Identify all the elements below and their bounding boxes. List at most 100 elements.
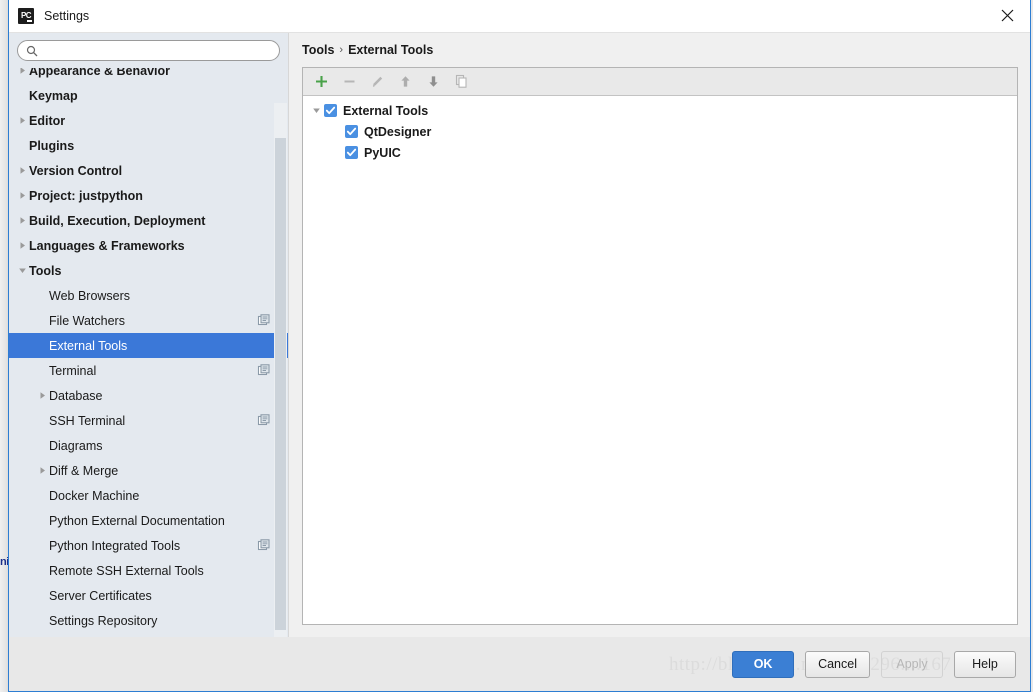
pencil-icon bbox=[372, 76, 382, 87]
sidebar-item-version-control[interactable]: Version Control bbox=[9, 158, 288, 183]
chevron-right-icon[interactable] bbox=[35, 391, 49, 400]
sidebar-item-label: Tools bbox=[29, 263, 62, 278]
apply-button: Apply bbox=[881, 650, 943, 678]
move-up-button[interactable] bbox=[393, 71, 417, 93]
sidebar-item-web-browsers[interactable]: Web Browsers bbox=[9, 283, 288, 308]
chevron-down-icon[interactable] bbox=[308, 106, 324, 115]
chevron-right-icon[interactable] bbox=[15, 116, 29, 125]
chevron-right-icon[interactable] bbox=[15, 68, 29, 75]
minus-icon bbox=[344, 80, 354, 83]
sidebar-item-label: Docker Machine bbox=[49, 488, 140, 503]
close-icon[interactable] bbox=[984, 0, 1030, 31]
external-tools-panel: External Tools QtDesigner PyUIC bbox=[302, 67, 1018, 625]
move-down-button[interactable] bbox=[421, 71, 445, 93]
sidebar-item-docker-machine[interactable]: Docker Machine bbox=[9, 483, 288, 508]
tools-root-checkbox[interactable] bbox=[324, 104, 337, 117]
sidebar-item-settings-repository[interactable]: Settings Repository bbox=[9, 608, 288, 633]
tool-label: QtDesigner bbox=[364, 124, 432, 139]
tools-root-label: External Tools bbox=[343, 103, 429, 118]
sidebar-item-label: Database bbox=[49, 388, 103, 403]
remove-button[interactable] bbox=[337, 71, 361, 93]
dialog-footer: http://blog.csdn.net/s...._296....167 OK… bbox=[9, 637, 1030, 691]
settings-tree: Appearance & Behavior Keymap Editor Plugins… bbox=[9, 68, 288, 633]
ok-button[interactable]: OK bbox=[732, 650, 795, 678]
tool-checkbox[interactable] bbox=[345, 125, 358, 138]
chevron-right-icon[interactable] bbox=[15, 216, 29, 225]
add-button[interactable] bbox=[309, 71, 333, 93]
sidebar-item-remote-ssh-external-tools[interactable]: Remote SSH External Tools bbox=[9, 558, 288, 583]
sidebar-item-label: Version Control bbox=[29, 163, 123, 178]
search-row bbox=[9, 33, 288, 68]
sidebar-item-plugins[interactable]: Plugins bbox=[9, 133, 288, 158]
window-title: Settings bbox=[44, 9, 90, 23]
sidebar-item-label: Appearance & Behavior bbox=[29, 68, 171, 78]
copy-icon bbox=[455, 74, 467, 88]
sidebar-item-diff-merge[interactable]: Diff & Merge bbox=[9, 458, 288, 483]
pycharm-icon: PC bbox=[18, 8, 34, 24]
breadcrumb: Tools › External Tools bbox=[302, 33, 1018, 67]
sidebar-item-project-justpython[interactable]: Project: justpython bbox=[9, 183, 288, 208]
sidebar-item-diagrams[interactable]: Diagrams bbox=[9, 433, 288, 458]
content-panel: Tools › External Tools External Tools Qt… bbox=[289, 33, 1030, 637]
sidebar-item-external-tools[interactable]: External Tools bbox=[9, 333, 288, 358]
chevron-right-icon[interactable] bbox=[15, 241, 29, 250]
sidebar-item-server-certificates[interactable]: Server Certificates bbox=[9, 583, 288, 608]
external-tools-toolbar bbox=[303, 68, 1017, 96]
sidebar-item-build-execution-deployment[interactable]: Build, Execution, Deployment bbox=[9, 208, 288, 233]
sidebar-item-label: Terminal bbox=[49, 363, 97, 378]
settings-sidebar: Appearance & Behavior Keymap Editor Plugins… bbox=[9, 33, 289, 637]
cancel-button[interactable]: Cancel bbox=[805, 650, 870, 678]
chevron-right-icon[interactable] bbox=[35, 466, 49, 475]
sidebar-item-label: Editor bbox=[29, 113, 66, 128]
tool-checkbox[interactable] bbox=[345, 146, 358, 159]
sidebar-scroll-thumb[interactable] bbox=[275, 138, 286, 630]
settings-tree-scroll: Appearance & Behavior Keymap Editor Plugins… bbox=[9, 68, 288, 637]
tools-tree-root[interactable]: External Tools bbox=[303, 100, 1017, 121]
edit-button[interactable] bbox=[365, 71, 389, 93]
arrow-up-icon bbox=[400, 76, 410, 87]
search-field[interactable] bbox=[17, 40, 280, 61]
dialog-body: Appearance & Behavior Keymap Editor Plugins… bbox=[9, 33, 1030, 637]
sidebar-item-python-integrated-tools[interactable]: Python Integrated Tools bbox=[9, 533, 288, 558]
title-bar: PC Settings bbox=[9, 0, 1030, 33]
sidebar-scrollbar[interactable] bbox=[274, 103, 287, 637]
project-scope-icon bbox=[257, 539, 270, 552]
help-button[interactable]: Help bbox=[954, 650, 1016, 678]
sidebar-item-label: Project: justpython bbox=[29, 188, 143, 203]
project-scope-icon bbox=[257, 314, 270, 327]
breadcrumb-parent[interactable]: Tools bbox=[302, 43, 334, 57]
chevron-down-icon[interactable] bbox=[15, 266, 29, 275]
sidebar-item-file-watchers[interactable]: File Watchers bbox=[9, 308, 288, 333]
sidebar-item-label: Keymap bbox=[29, 88, 78, 103]
sidebar-item-tools[interactable]: Tools bbox=[9, 258, 288, 283]
tools-tree-item[interactable]: QtDesigner bbox=[303, 121, 1017, 142]
tools-tree-item[interactable]: PyUIC bbox=[303, 142, 1017, 163]
sidebar-item-editor[interactable]: Editor bbox=[9, 108, 288, 133]
sidebar-item-label: External Tools bbox=[49, 338, 128, 353]
sidebar-item-label: Languages & Frameworks bbox=[29, 238, 185, 253]
sidebar-item-label: Plugins bbox=[29, 138, 75, 153]
breadcrumb-current: External Tools bbox=[348, 43, 434, 57]
sidebar-item-label: Diagrams bbox=[49, 438, 103, 453]
external-tools-tree: External Tools QtDesigner PyUIC bbox=[303, 96, 1017, 624]
search-input[interactable] bbox=[43, 42, 271, 59]
sidebar-item-appearance-behavior[interactable]: Appearance & Behavior bbox=[9, 68, 288, 83]
breadcrumb-separator: › bbox=[339, 44, 344, 56]
chevron-right-icon[interactable] bbox=[15, 166, 29, 175]
sidebar-item-label: Remote SSH External Tools bbox=[49, 563, 204, 578]
sidebar-item-ssh-terminal[interactable]: SSH Terminal bbox=[9, 408, 288, 433]
sidebar-item-label: Diff & Merge bbox=[49, 463, 119, 478]
sidebar-item-label: Server Certificates bbox=[49, 588, 152, 603]
sidebar-item-languages-frameworks[interactable]: Languages & Frameworks bbox=[9, 233, 288, 258]
chevron-right-icon[interactable] bbox=[15, 191, 29, 200]
sidebar-item-keymap[interactable]: Keymap bbox=[9, 83, 288, 108]
project-scope-icon bbox=[257, 414, 270, 427]
plus-icon bbox=[315, 76, 327, 87]
sidebar-item-database[interactable]: Database bbox=[9, 383, 288, 408]
sidebar-item-python-external-documentation[interactable]: Python External Documentation bbox=[9, 508, 288, 533]
sidebar-item-terminal[interactable]: Terminal bbox=[9, 358, 288, 383]
arrow-down-icon bbox=[428, 76, 438, 87]
settings-dialog: PC Settings Appearance & Behavior Keymap… bbox=[8, 0, 1031, 692]
sidebar-item-label: File Watchers bbox=[49, 313, 125, 328]
copy-button[interactable] bbox=[449, 71, 473, 93]
